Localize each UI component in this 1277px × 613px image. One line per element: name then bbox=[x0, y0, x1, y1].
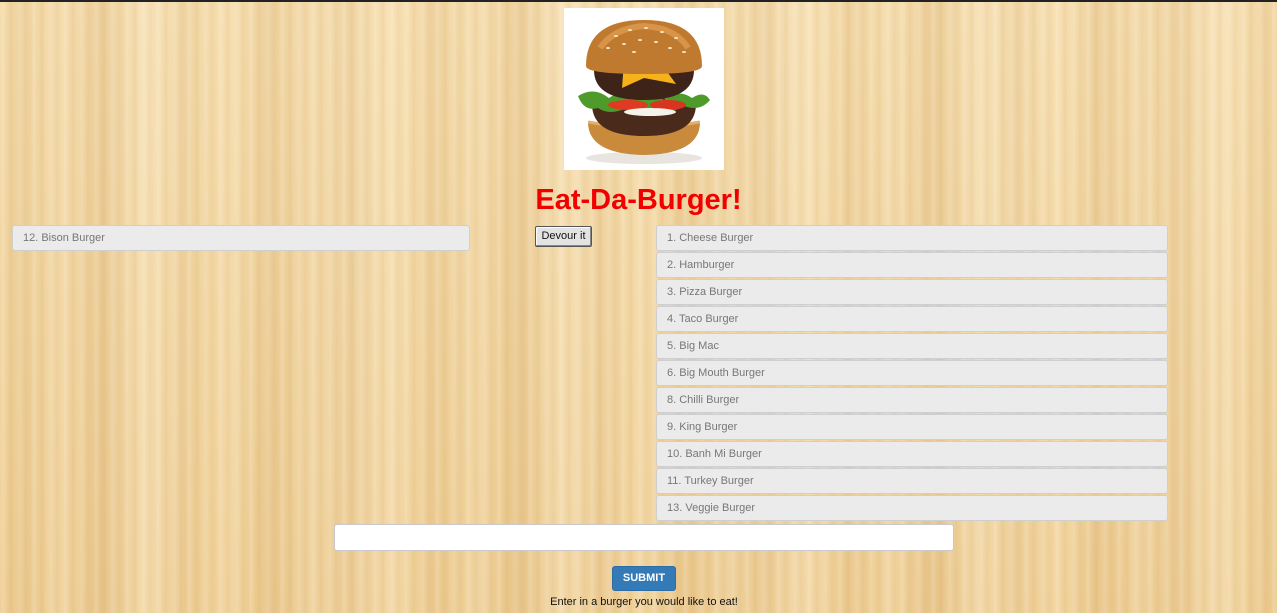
help-text: Enter in a burger you would like to eat! bbox=[550, 596, 738, 608]
devoured-burger-item: 12. Bison Burger bbox=[12, 225, 470, 251]
burger-item: 8. Chilli Burger bbox=[656, 387, 1168, 413]
burger-image-icon bbox=[578, 20, 710, 164]
burger-item: 11. Turkey Burger bbox=[656, 468, 1168, 494]
submit-button[interactable]: SUBMIT bbox=[612, 566, 676, 591]
burger-logo bbox=[564, 8, 724, 170]
page-title: Eat-Da-Burger! bbox=[535, 184, 742, 216]
burger-item: 2. Hamburger bbox=[656, 252, 1168, 278]
burger-item: 10. Banh Mi Burger bbox=[656, 441, 1168, 467]
burger-list: 1. Cheese Burger 2. Hamburger 3. Pizza B… bbox=[656, 225, 1168, 522]
burger-item: 9. King Burger bbox=[656, 414, 1168, 440]
devour-button[interactable]: Devour it bbox=[535, 226, 592, 247]
burger-item: 4. Taco Burger bbox=[656, 306, 1168, 332]
burger-item: 3. Pizza Burger bbox=[656, 279, 1168, 305]
burger-item: 13. Veggie Burger bbox=[656, 495, 1168, 521]
burger-name-input[interactable] bbox=[334, 524, 954, 551]
burger-item: 1. Cheese Burger bbox=[656, 225, 1168, 251]
burger-item: 6. Big Mouth Burger bbox=[656, 360, 1168, 386]
burger-item: 5. Big Mac bbox=[656, 333, 1168, 359]
burger-input-wrapper bbox=[334, 524, 954, 551]
